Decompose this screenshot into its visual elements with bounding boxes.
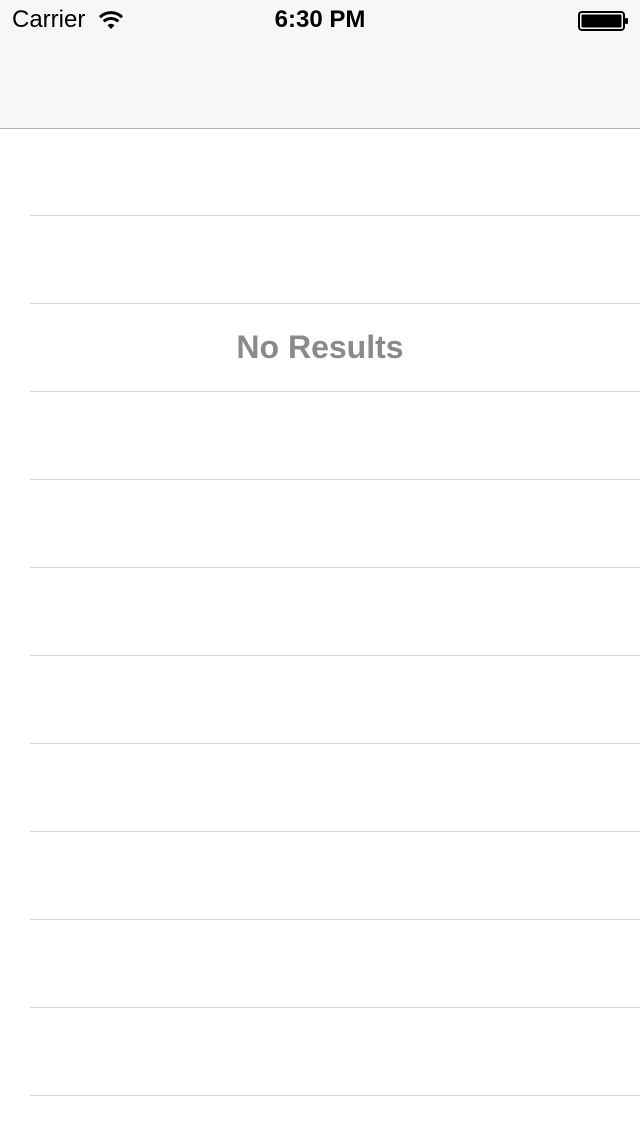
table-row xyxy=(30,744,640,832)
table-row xyxy=(30,129,640,216)
table-row xyxy=(30,920,640,1008)
table-row xyxy=(30,1008,640,1096)
table-row xyxy=(30,392,640,480)
battery-full-icon xyxy=(578,10,630,32)
table-row xyxy=(30,656,640,744)
table-row xyxy=(30,480,640,568)
results-table[interactable] xyxy=(0,129,640,1136)
table-row xyxy=(30,832,640,920)
no-results-label: No Results xyxy=(236,329,404,365)
table-row xyxy=(30,216,640,304)
status-bar: Carrier 6:30 PM xyxy=(0,0,640,40)
table-row xyxy=(30,568,640,656)
navigation-bar xyxy=(0,40,640,129)
status-time: 6:30 PM xyxy=(274,6,366,33)
table-row xyxy=(30,1096,640,1136)
